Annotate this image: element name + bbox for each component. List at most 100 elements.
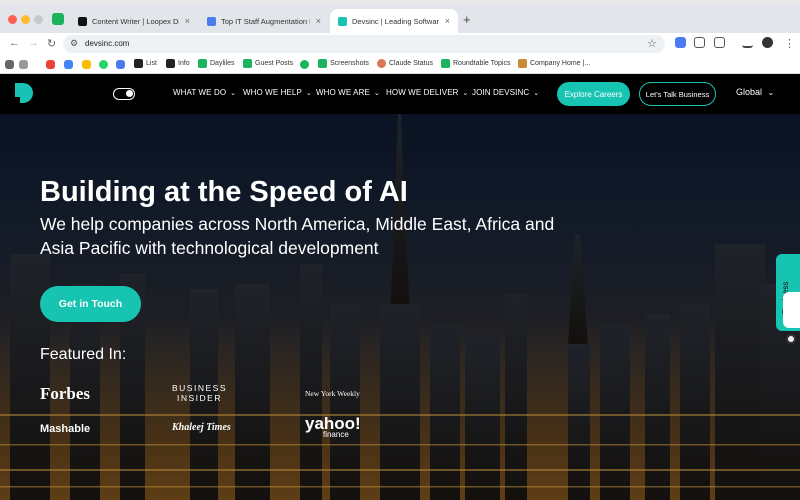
nav-who-we-are[interactable]: WHO WE ARE ⌄ [316,88,380,97]
nav-join-devsinc[interactable]: JOIN DEVSINC ⌄ [472,88,539,97]
bookmark-label: Claude Status [389,60,433,67]
lets-talk-business-button[interactable]: Let's Talk Business [639,82,716,106]
business-insider-logo[interactable]: BUSINESS INSIDER [172,383,227,403]
bookmark-dayliles[interactable]: Dayliles [198,59,235,68]
bookmark-label: Screenshots [330,60,369,67]
account-extension-icon[interactable] [694,37,705,48]
close-tab-icon[interactable]: × [185,16,190,26]
link-icon[interactable] [300,60,309,69]
docs-icon[interactable] [116,60,125,69]
tab-title: Content Writer | Loopex Digi... [92,16,179,26]
logo-line: BUSINESS [172,383,227,393]
calendar-icon[interactable] [64,60,73,69]
bookmark-label: Info [178,60,190,67]
chevron-down-icon: ⌄ [533,90,540,97]
bookmark-icon[interactable] [19,60,28,69]
bookmark-info[interactable]: Info [166,59,190,68]
chevron-down-icon: ⌄ [373,90,380,97]
pinned-tab[interactable] [52,13,64,25]
browser-menu-icon[interactable]: ⋮ [784,37,795,50]
download-icon[interactable] [742,37,753,48]
browser-tab[interactable]: Top IT Staff Augmentation Fi... × [199,9,329,33]
apps-grid-icon[interactable] [5,60,14,69]
sheet-icon [198,59,207,68]
close-window-button[interactable] [8,15,17,24]
devsinc-favicon-icon [338,16,347,26]
settings-gear-icon[interactable] [786,334,796,344]
back-arrow-icon[interactable]: ← [9,37,20,49]
hero-title: Building at the Speed of AI [40,176,408,208]
gmail-icon[interactable] [46,60,55,69]
chevron-down-icon: ⌄ [230,90,237,97]
nav-label: WHO WE HELP [243,88,302,97]
sheet-icon [243,59,252,68]
hero-subtitle: We help companies across North America, … [40,214,555,258]
featured-in-heading: Featured In: [40,346,127,363]
devsinc-logo[interactable] [14,83,33,103]
site-favicon-icon [78,16,87,26]
region-label: Global [736,87,763,97]
bookmark-screenshots[interactable]: Screenshots [318,59,369,68]
bookmark-list[interactable]: List [134,59,157,68]
mashable-logo[interactable]: Mashable [40,423,90,435]
chevron-down-icon: ⌄ [305,90,312,97]
whatsapp-icon[interactable] [99,60,108,69]
close-tab-icon[interactable]: × [316,16,321,26]
bookmark-star-icon[interactable]: ☆ [647,37,657,50]
nav-what-we-do[interactable]: WHAT WE DO ⌄ [173,88,236,97]
khaleej-times-logo[interactable]: Khaleej Times [172,422,231,433]
claude-icon [377,59,386,68]
yahoo-finance-logo[interactable]: yahoo! finance [305,415,361,439]
bookmark-label: Roundtable Topics [453,60,511,67]
url-text[interactable]: devsinc.com [85,39,129,48]
browser-tab-active[interactable]: Devsinc | Leading Software &... × [330,9,458,33]
bookmark-label: List [146,60,157,67]
bookmark-company-home[interactable]: Company Home |... [518,59,590,68]
extensions-puzzle-icon[interactable] [714,37,725,48]
nav-label: WHAT WE DO [173,88,227,97]
region-selector[interactable]: Global ⌄ [736,87,774,97]
translate-extension-icon[interactable] [675,37,686,48]
profile-avatar[interactable] [762,37,773,48]
bookmark-claude-status[interactable]: Claude Status [377,59,433,68]
tab-title: Devsinc | Leading Software &... [352,16,439,26]
nav-label: WHO WE ARE [316,88,370,97]
get-in-touch-button[interactable]: Get in Touch [40,286,141,322]
doc-favicon-icon [207,16,216,26]
tab-title: Top IT Staff Augmentation Fi... [221,16,310,26]
new-york-weekly-logo[interactable]: New York Weekly [305,389,360,398]
sheet-icon [318,59,327,68]
forward-arrow-icon[interactable]: → [28,37,39,49]
close-tab-icon[interactable]: × [445,16,450,26]
new-tab-button[interactable]: + [463,13,471,26]
fullscreen-window-button[interactable] [34,15,43,24]
chevron-down-icon: ⌄ [767,88,775,97]
minimize-window-button[interactable] [21,15,30,24]
explore-careers-button[interactable]: Explore Careers [557,82,630,106]
nav-how-we-deliver[interactable]: HOW WE DELIVER ⌄ [386,88,469,97]
chevron-down-icon: ⌄ [462,90,469,97]
forbes-logo[interactable]: Forbes [40,384,90,404]
doc-icon [166,59,175,68]
site-info-icon[interactable]: ⚙ [70,38,78,49]
sheet-icon [441,59,450,68]
address-bar[interactable]: ⚙ devsinc.com ☆ [63,35,665,53]
logo-line: INSIDER [177,393,222,403]
bookmark-label: Company Home |... [530,60,591,67]
doc-icon [134,59,143,68]
bookmark-roundtable-topics[interactable]: Roundtable Topics [441,59,510,68]
nav-who-we-help[interactable]: WHO WE HELP ⌄ [243,88,312,97]
hero-section: Building at the Speed of AI We help comp… [0,114,800,500]
home-icon [518,59,527,68]
bookmark-label: Guest Posts [255,60,294,67]
bookmark-label: Dayliles [210,60,235,67]
nav-label: HOW WE DELIVER [386,88,459,97]
nav-label: JOIN DEVSINC [472,88,530,97]
bookmark-guest-posts[interactable]: Guest Posts [243,59,293,68]
side-widget-panel[interactable] [783,292,800,328]
theme-toggle[interactable] [113,88,135,100]
drive-icon[interactable] [82,60,91,69]
reload-icon[interactable]: ↻ [47,37,56,50]
browser-tab[interactable]: Content Writer | Loopex Digi... × [70,9,198,33]
site-header: WHAT WE DO ⌄ WHO WE HELP ⌄ WHO WE ARE ⌄ HOW… [0,74,800,114]
